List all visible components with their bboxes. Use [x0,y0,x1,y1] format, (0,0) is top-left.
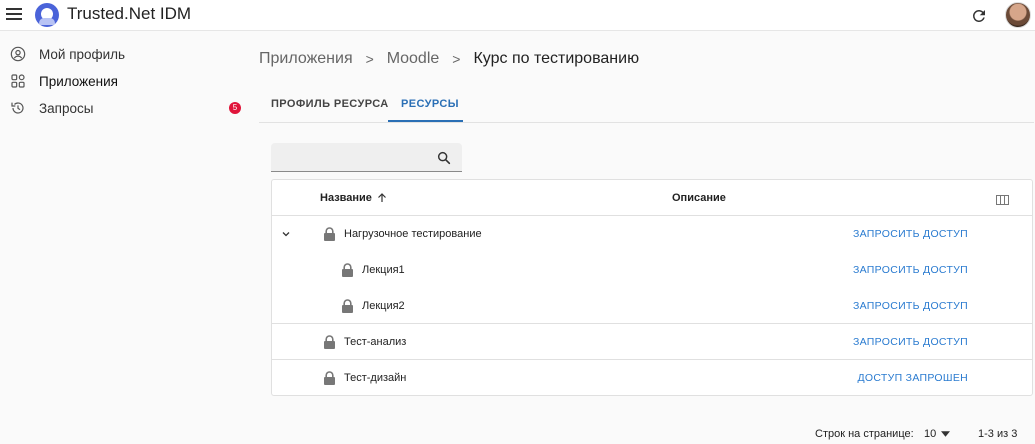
lock-icon [324,227,335,241]
breadcrumb-item-apps[interactable]: Приложения [259,50,353,68]
requests-count-badge: 5 [229,102,241,114]
refresh-icon[interactable] [970,7,988,25]
table-row[interactable]: Нагрузочное тестирование ЗАПРОСИТЬ ДОСТУ… [272,216,1032,252]
resource-name: Тест-анализ [344,336,407,348]
lock-icon [324,371,335,385]
top-app-bar: Trusted.Net IDM [0,0,1035,31]
tab-bar: ПРОФИЛЬ РЕСУРСА РЕСУРСЫ [259,92,1034,123]
sidebar-item-requests[interactable]: Запросы 5 [0,95,250,121]
tab-resource-profile[interactable]: ПРОФИЛЬ РЕСУРСА [271,98,389,110]
user-logo-icon [35,3,59,27]
rows-per-page-value: 10 [924,428,937,440]
table-row[interactable]: Лекция2 ЗАПРОСИТЬ ДОСТУП [272,288,1032,324]
request-access-button[interactable]: ЗАПРОСИТЬ ДОСТУП [853,336,968,348]
app-title: Trusted.Net IDM [67,4,192,23]
tab-resources[interactable]: РЕСУРСЫ [401,98,459,110]
rows-per-page-select[interactable]: 10 [924,428,950,440]
table-row[interactable]: Лекция1 ЗАПРОСИТЬ ДОСТУП [272,252,1032,288]
request-access-button[interactable]: ЗАПРОСИТЬ ДОСТУП [853,264,968,276]
user-avatar[interactable] [1005,2,1031,28]
active-tab-indicator [388,120,463,122]
search-field [271,143,462,172]
chevron-right-icon: > [452,51,461,67]
breadcrumb: Приложения > Moodle > Курс по тестирован… [259,50,639,68]
breadcrumb-item-moodle[interactable]: Moodle [387,50,439,68]
menu-icon[interactable] [6,8,22,22]
request-access-button[interactable]: ЗАПРОСИТЬ ДОСТУП [853,300,968,312]
sidebar-item-label: Мой профиль [39,46,126,62]
resources-table: Название Описание Нагрузочное тестирован… [271,179,1033,396]
table-header: Название Описание [272,180,1032,216]
table-row[interactable]: Тест-анализ ЗАПРОСИТЬ ДОСТУП [272,324,1032,360]
sidebar-item-label: Запросы [39,100,94,116]
rows-per-page-label: Строк на странице: [815,428,914,440]
apps-grid-icon [11,74,25,88]
search-input[interactable] [279,149,429,167]
history-icon [11,102,24,114]
chevron-down-icon[interactable] [280,228,292,240]
sidebar-item-apps[interactable]: Приложения [0,68,250,94]
resource-name: Лекция1 [362,264,405,276]
sidebar: Мой профиль Приложения Запросы 5 [0,31,250,444]
column-name-label: Название [320,192,372,204]
lock-icon [342,299,353,313]
column-header-description[interactable]: Описание [672,192,726,204]
resource-name: Тест-дизайн [344,372,407,384]
dropdown-arrow-icon [941,431,950,437]
sidebar-item-label: Приложения [39,73,118,89]
arrow-up-icon [378,193,386,202]
sidebar-item-profile[interactable]: Мой профиль [0,41,250,67]
resource-name: Лекция2 [362,300,405,312]
search-icon[interactable] [436,150,452,166]
columns-icon[interactable] [996,192,1009,210]
request-access-button[interactable]: ЗАПРОСИТЬ ДОСТУП [853,228,968,240]
pagination-range: 1-3 из 3 [978,428,1018,440]
chevron-right-icon: > [365,51,374,67]
resource-name: Нагрузочное тестирование [344,228,482,240]
column-header-name[interactable]: Название [320,192,388,204]
access-requested-status: ДОСТУП ЗАПРОШЕН [857,372,968,384]
account-circle-icon [10,46,26,62]
lock-icon [342,263,353,277]
page-title: Курс по тестированию [473,50,640,67]
lock-icon [324,335,335,349]
table-row[interactable]: Тест-дизайн ДОСТУП ЗАПРОШЕН [272,360,1032,396]
